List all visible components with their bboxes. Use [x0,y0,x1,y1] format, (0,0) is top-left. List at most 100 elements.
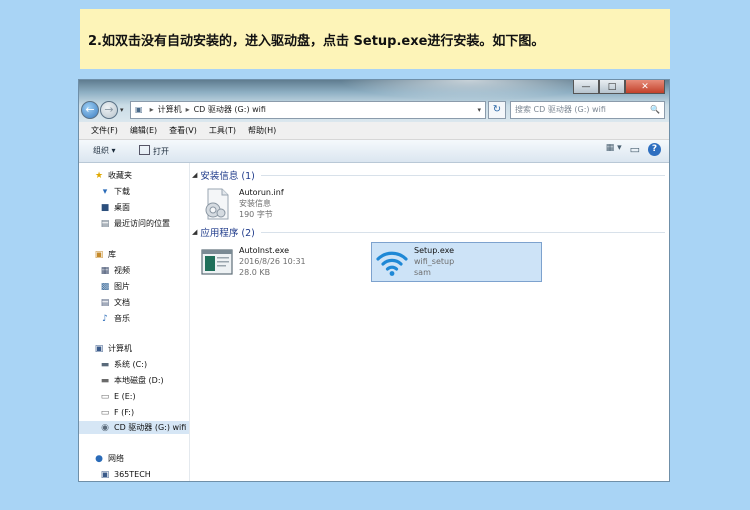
picture-icon: ▩ [100,281,110,292]
navigation-row: ← → ▾ ▣ ▸ 计算机 ▸ CD 驱动器 (G:) wifi ▾ ↻ 搜索 … [81,100,665,120]
navigation-pane: ★ 收藏夹 ▾ 下载 ■ 桌面 ▤ 最近访问的位置 ▣ 库 ▦ 视频 ▩ 图片 … [79,163,190,481]
sidebar-item-label: 下载 [114,187,130,196]
group-divider [260,175,665,176]
breadcrumb-separator: ▸ [185,105,190,114]
drive-icon: ▭ [100,407,110,418]
instruction-banner: 2.如双击没有自动安装的，进入驱动盘，点击 Setup.exe进行安装。如下图。 [80,9,670,69]
command-bar: 组织 ▾ 打开 ▦ ▾ ▭ ? [79,140,669,163]
sidebar-item-label: CD 驱动器 (G:) wifi [114,423,187,432]
preview-pane-icon[interactable]: ▭ [630,143,640,156]
organize-button[interactable]: 组织 ▾ [93,145,116,156]
menu-help[interactable]: 帮助(H) [242,125,282,136]
file-autoinst-exe[interactable]: AutoInst.exe 2016/8/26 10:31 28.0 KB [200,245,306,283]
file-list: ◢ 安装信息 (1) Autorun.inf 安装信息 190 字节 ◢ 应用程… [190,163,669,481]
sidebar-item-label: 网络 [108,454,124,463]
group-divider [260,232,665,233]
sidebar-item-label: 最近访问的位置 [114,219,170,228]
application-icon [200,245,234,279]
sidebar-item-libraries[interactable]: ▣ 库 [93,248,203,261]
group-header-setup-info[interactable]: ◢ 安装信息 (1) [192,169,665,182]
cd-drive-icon: ◉ [101,422,109,433]
sidebar-item-label: 库 [108,250,116,259]
file-modified-date: 2016/8/26 10:31 [239,257,306,266]
menu-tools[interactable]: 工具(T) [203,125,242,136]
explorer-window: — □ ✕ ← → ▾ ▣ ▸ 计算机 ▸ CD 驱动器 (G:) wifi ▾… [78,79,670,482]
sidebar-item-label: E (E:) [114,392,136,401]
drive-icon: ▭ [100,391,110,402]
window-controls: — □ ✕ [573,80,665,94]
open-icon [139,145,150,155]
library-icon: ▣ [94,249,104,260]
download-icon: ▾ [102,186,108,197]
file-name: Autorun.inf [239,188,284,197]
sidebar-item-label: F (F:) [114,408,135,417]
video-icon: ▦ [100,265,110,276]
music-icon: ♪ [102,313,108,324]
address-dropdown-icon[interactable]: ▾ [477,102,481,118]
view-controls: ▦ ▾ ▭ ? [606,143,661,156]
sidebar-item-favorites[interactable]: ★ 收藏夹 [93,169,203,182]
minimize-button[interactable]: — [573,80,599,94]
file-type: 安装信息 [239,199,271,208]
search-input[interactable]: 搜索 CD 驱动器 (G:) wifi 🔍 [510,101,665,119]
sidebar-item-label: 桌面 [114,203,130,212]
close-button[interactable]: ✕ [625,80,665,94]
sidebar-item-label: 365TECH [114,470,151,479]
collapse-triangle-icon[interactable]: ◢ [192,171,197,179]
file-size: 28.0 KB [239,268,271,277]
breadcrumb-cd-drive[interactable]: CD 驱动器 (G:) wifi [194,102,266,118]
desktop-icon: ■ [100,202,110,213]
network-icon: ● [95,453,103,464]
change-view-icon[interactable]: ▦ ▾ [606,143,622,156]
file-name: AutoInst.exe [239,246,290,255]
group-title: 应用程序 (2) [200,228,255,239]
network-computer-icon: ▣ [100,469,110,480]
file-name: Setup.exe [414,246,455,255]
search-icon[interactable]: 🔍 [650,102,660,118]
sidebar-item-label: 音乐 [114,314,130,323]
open-button[interactable]: 打开 [139,145,169,157]
menu-bar: 文件(F) 编辑(E) 查看(V) 工具(T) 帮助(H) [79,122,669,140]
sidebar-item-label: 收藏夹 [108,171,132,180]
recent-places-icon: ▤ [100,218,110,229]
instruction-text: 2.如双击没有自动安装的，进入驱动盘，点击 Setup.exe进行安装。如下图。 [88,33,545,49]
wifi-icon [375,245,409,279]
breadcrumb-separator: ▸ [149,105,154,114]
menu-edit[interactable]: 编辑(E) [124,125,163,136]
back-button[interactable]: ← [81,101,99,119]
group-header-applications[interactable]: ◢ 应用程序 (2) [192,226,665,239]
search-placeholder: 搜索 CD 驱动器 (G:) wifi [515,105,606,114]
open-label: 打开 [153,147,169,156]
group-title: 安装信息 (1) [200,171,255,182]
help-icon[interactable]: ? [648,143,661,156]
refresh-button[interactable]: ↻ [488,101,506,119]
sidebar-item-label: 视频 [114,266,130,275]
system-drive-icon: ▬ [100,359,110,370]
sidebar-item-label: 本地磁盘 (D:) [114,376,164,385]
file-description: wifi_setup [414,257,455,266]
file-company: sam [414,268,431,277]
sidebar-item-label: 图片 [114,282,130,291]
address-bar[interactable]: ▣ ▸ 计算机 ▸ CD 驱动器 (G:) wifi ▾ [130,101,486,119]
breadcrumb-computer[interactable]: 计算机 [158,102,182,118]
file-autorun-inf[interactable]: Autorun.inf 安装信息 190 字节 [200,187,284,225]
file-setup-exe[interactable]: Setup.exe wifi_setup sam [371,242,542,282]
menu-view[interactable]: 查看(V) [163,125,203,136]
file-size: 190 字节 [239,210,273,219]
sidebar-item-cd-drive[interactable]: ◉ CD 驱动器 (G:) wifi [79,421,189,434]
sidebar-item-computer[interactable]: ▣ 计算机 [93,342,203,355]
star-icon: ★ [94,170,104,181]
recent-pages-dropdown[interactable]: ▾ [120,106,124,114]
forward-button[interactable]: → [100,101,118,119]
sidebar-item-network[interactable]: ● 网络 [93,452,203,465]
computer-icon: ▣ [135,105,143,114]
sidebar-item-label: 系统 (C:) [114,360,148,369]
maximize-button[interactable]: □ [599,80,625,94]
setup-info-file-icon [200,187,234,221]
document-icon: ▤ [100,297,110,308]
computer-icon: ▣ [94,343,104,354]
collapse-triangle-icon[interactable]: ◢ [192,228,197,236]
hard-drive-icon: ▬ [100,375,110,386]
menu-file[interactable]: 文件(F) [79,125,124,136]
sidebar-item-label: 文档 [114,298,130,307]
